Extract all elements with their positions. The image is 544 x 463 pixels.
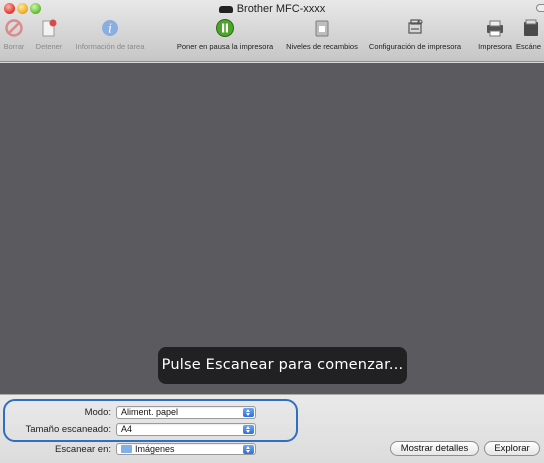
toolbar: Borrar Detener i Información de tarea Po… — [0, 18, 544, 62]
toolbar-delete-label: Borrar — [3, 42, 25, 51]
toolbar-supply-levels-label: Niveles de recambios — [286, 42, 358, 51]
explore-button[interactable]: Explorar — [484, 441, 540, 456]
window-title-text: Brother MFC-xxxx — [236, 3, 326, 15]
pictures-folder-icon — [121, 445, 132, 453]
toolbar-printer-setup-label: Configuración de impresora — [368, 42, 462, 51]
stop-document-icon — [39, 18, 59, 38]
info-icon: i — [100, 18, 120, 38]
toolbar-toggle-button[interactable] — [536, 4, 544, 12]
toolbar-supply-levels-button[interactable]: Niveles de recambios — [282, 18, 362, 62]
scan-preview-area[interactable] — [0, 63, 544, 394]
scan-to-select-value: Imágenes — [135, 444, 175, 454]
window-title: Brother MFC-xxxx — [0, 3, 544, 15]
toolbar-stop-button[interactable]: Detener — [32, 18, 66, 62]
printer-icon — [485, 18, 505, 38]
scan-to-select-arrows-icon — [243, 445, 254, 454]
scan-to-row: Escanear en: — [0, 444, 111, 458]
toolbar-pause-printer-button[interactable]: Poner en pausa la impresora — [172, 18, 278, 62]
title-bar: Brother MFC-xxxx Borrar Detener i Inform… — [0, 0, 544, 62]
toolbar-printer-button[interactable]: Impresora — [477, 18, 513, 62]
toolbar-printer-setup-button[interactable]: Configuración de impresora — [364, 18, 466, 62]
svg-text:i: i — [108, 22, 112, 36]
toolbar-printer-label: Impresora — [478, 42, 512, 51]
toolbar-job-info-button[interactable]: i Información de tarea — [68, 18, 152, 62]
toolbar-pause-label: Poner en pausa la impresora — [176, 42, 274, 51]
options-highlight-outline — [3, 399, 298, 442]
toolbar-job-info-label: Información de tarea — [75, 42, 145, 51]
toolbar-scanner-label: Escáne — [516, 42, 542, 51]
supply-levels-icon — [312, 18, 332, 38]
printer-mini-icon — [218, 5, 233, 13]
scan-hint-message: Pulse Escanear para comenzar... — [158, 347, 407, 384]
toolbar-scanner-button[interactable]: Escáne — [516, 18, 544, 62]
scan-to-label: Escanear en: — [55, 444, 111, 455]
toolbar-delete-button[interactable]: Borrar — [2, 18, 26, 62]
show-details-button[interactable]: Mostrar detalles — [390, 441, 479, 456]
scanner-window: Brother MFC-xxxx Borrar Detener i Inform… — [0, 0, 544, 463]
scan-to-select[interactable]: Imágenes — [116, 443, 256, 455]
printer-setup-icon — [405, 18, 425, 38]
pause-icon — [215, 18, 235, 38]
scanner-icon — [521, 18, 541, 38]
toolbar-stop-label: Detener — [35, 42, 63, 51]
delete-icon — [4, 18, 24, 38]
